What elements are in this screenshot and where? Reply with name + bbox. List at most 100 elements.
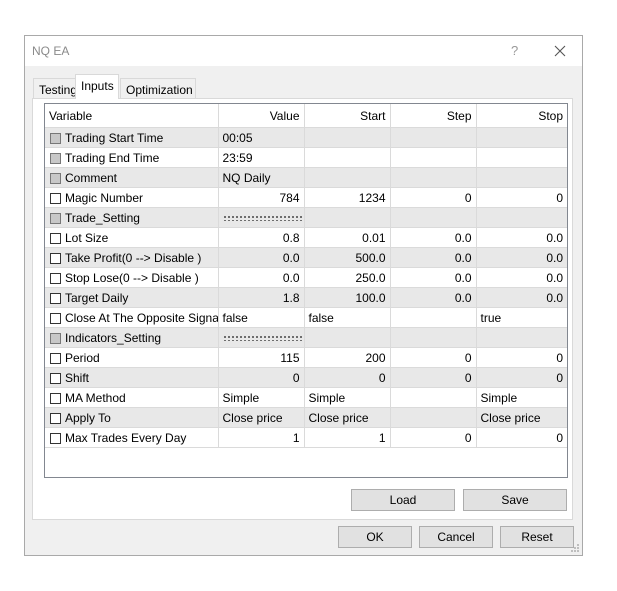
value-cell[interactable]: 00:05	[218, 127, 305, 148]
step-cell[interactable]: 0	[390, 347, 477, 368]
step-cell[interactable]	[390, 327, 477, 348]
ok-button[interactable]: OK	[338, 526, 412, 548]
value-cell[interactable]: 784	[218, 187, 305, 208]
stop-cell[interactable]: 0	[476, 367, 567, 388]
stop-cell[interactable]: 0	[476, 347, 567, 368]
row-checkbox[interactable]	[50, 172, 61, 184]
tab-testing[interactable]: Testing	[33, 78, 77, 98]
column-header-value[interactable]: Value	[218, 104, 305, 128]
table-row[interactable]: Take Profit(0 --> Disable ) 0.0 500.0 0.0 0.…	[45, 247, 567, 268]
step-cell[interactable]	[390, 307, 477, 328]
table-row[interactable]: Target Daily 1.8 100.0 0.0 0.0	[45, 287, 567, 308]
step-cell[interactable]: 0.0	[390, 287, 477, 308]
stop-cell[interactable]	[476, 207, 567, 228]
column-header-step[interactable]: Step	[390, 104, 477, 128]
table-row[interactable]: MA Method Simple Simple Simple	[45, 387, 567, 408]
tab-inputs[interactable]: Inputs	[75, 74, 119, 99]
stop-cell[interactable]	[476, 127, 567, 148]
step-cell[interactable]	[390, 407, 477, 428]
start-cell[interactable]	[304, 327, 391, 348]
start-cell[interactable]	[304, 167, 391, 188]
tab-optimization[interactable]: Optimization	[120, 78, 196, 98]
table-row[interactable]: Stop Lose(0 --> Disable ) 0.0 250.0 0.0 0.0	[45, 267, 567, 288]
help-button[interactable]: ?	[511, 43, 518, 58]
start-cell[interactable]: 1234	[304, 187, 391, 208]
reset-button[interactable]: Reset	[500, 526, 574, 548]
row-checkbox[interactable]	[50, 212, 61, 224]
stop-cell[interactable]: 0	[476, 187, 567, 208]
table-row[interactable]: Indicators_Setting	[45, 327, 567, 348]
stop-cell[interactable]: 0.0	[476, 247, 567, 268]
resize-grip-icon[interactable]	[570, 543, 580, 553]
stop-cell[interactable]: 0.0	[476, 227, 567, 248]
value-cell[interactable]: 115	[218, 347, 305, 368]
stop-cell[interactable]: Close price	[476, 407, 567, 428]
value-cell[interactable]: 0	[218, 367, 305, 388]
row-checkbox[interactable]	[50, 152, 61, 164]
table-row[interactable]: Trade_Setting	[45, 207, 567, 228]
value-cell[interactable]: 1.8	[218, 287, 305, 308]
value-cell[interactable]: 0.8	[218, 227, 305, 248]
row-checkbox[interactable]	[50, 252, 61, 264]
stop-cell[interactable]: Simple	[476, 387, 567, 408]
table-row[interactable]: Comment NQ Daily	[45, 167, 567, 188]
column-header-start[interactable]: Start	[304, 104, 391, 128]
stop-cell[interactable]	[476, 147, 567, 168]
value-cell[interactable]: Close price	[218, 407, 305, 428]
row-checkbox[interactable]	[50, 372, 61, 384]
step-cell[interactable]: 0	[390, 187, 477, 208]
column-header-variable[interactable]: Variable	[45, 104, 219, 128]
row-checkbox[interactable]	[50, 192, 61, 204]
value-cell[interactable]: Simple	[218, 387, 305, 408]
table-row[interactable]: Magic Number 784 1234 0 0	[45, 187, 567, 208]
start-cell[interactable]: 250.0	[304, 267, 391, 288]
row-checkbox[interactable]	[50, 412, 61, 424]
step-cell[interactable]: 0.0	[390, 267, 477, 288]
row-checkbox[interactable]	[50, 132, 61, 144]
value-cell[interactable]: NQ Daily	[218, 167, 305, 188]
step-cell[interactable]	[390, 387, 477, 408]
stop-cell[interactable]: 0.0	[476, 287, 567, 308]
row-checkbox[interactable]	[50, 312, 61, 324]
value-cell[interactable]: 1	[218, 427, 305, 448]
save-button[interactable]: Save	[463, 489, 567, 511]
row-checkbox[interactable]	[50, 392, 61, 404]
step-cell[interactable]	[390, 147, 477, 168]
table-row[interactable]: Period 115 200 0 0	[45, 347, 567, 368]
step-cell[interactable]	[390, 207, 477, 228]
stop-cell[interactable]: 0.0	[476, 267, 567, 288]
step-cell[interactable]: 0.0	[390, 247, 477, 268]
value-cell[interactable]: 23:59	[218, 147, 305, 168]
value-cell[interactable]: 0.0	[218, 267, 305, 288]
load-button[interactable]: Load	[351, 489, 455, 511]
start-cell[interactable]: 1	[304, 427, 391, 448]
row-checkbox[interactable]	[50, 292, 61, 304]
start-cell[interactable]: 200	[304, 347, 391, 368]
value-cell[interactable]	[218, 207, 305, 228]
value-cell[interactable]	[218, 327, 305, 348]
start-cell[interactable]: false	[304, 307, 391, 328]
start-cell[interactable]	[304, 207, 391, 228]
step-cell[interactable]: 0	[390, 427, 477, 448]
row-checkbox[interactable]	[50, 432, 61, 444]
row-checkbox[interactable]	[50, 272, 61, 284]
table-row[interactable]: Lot Size 0.8 0.01 0.0 0.0	[45, 227, 567, 248]
value-cell[interactable]: 0.0	[218, 247, 305, 268]
table-row[interactable]: Apply To Close price Close price Close pric…	[45, 407, 567, 428]
table-row[interactable]: Trading End Time 23:59	[45, 147, 567, 168]
start-cell[interactable]	[304, 147, 391, 168]
start-cell[interactable]: 0	[304, 367, 391, 388]
column-header-stop[interactable]: Stop	[476, 104, 567, 128]
step-cell[interactable]	[390, 167, 477, 188]
start-cell[interactable]: Close price	[304, 407, 391, 428]
step-cell[interactable]: 0	[390, 367, 477, 388]
start-cell[interactable]	[304, 127, 391, 148]
start-cell[interactable]: Simple	[304, 387, 391, 408]
stop-cell[interactable]	[476, 167, 567, 188]
row-checkbox[interactable]	[50, 232, 61, 244]
stop-cell[interactable]: 0	[476, 427, 567, 448]
table-row[interactable]: Max Trades Every Day 1 1 0 0	[45, 427, 567, 448]
value-cell[interactable]: false	[218, 307, 305, 328]
stop-cell[interactable]: true	[476, 307, 567, 328]
start-cell[interactable]: 100.0	[304, 287, 391, 308]
